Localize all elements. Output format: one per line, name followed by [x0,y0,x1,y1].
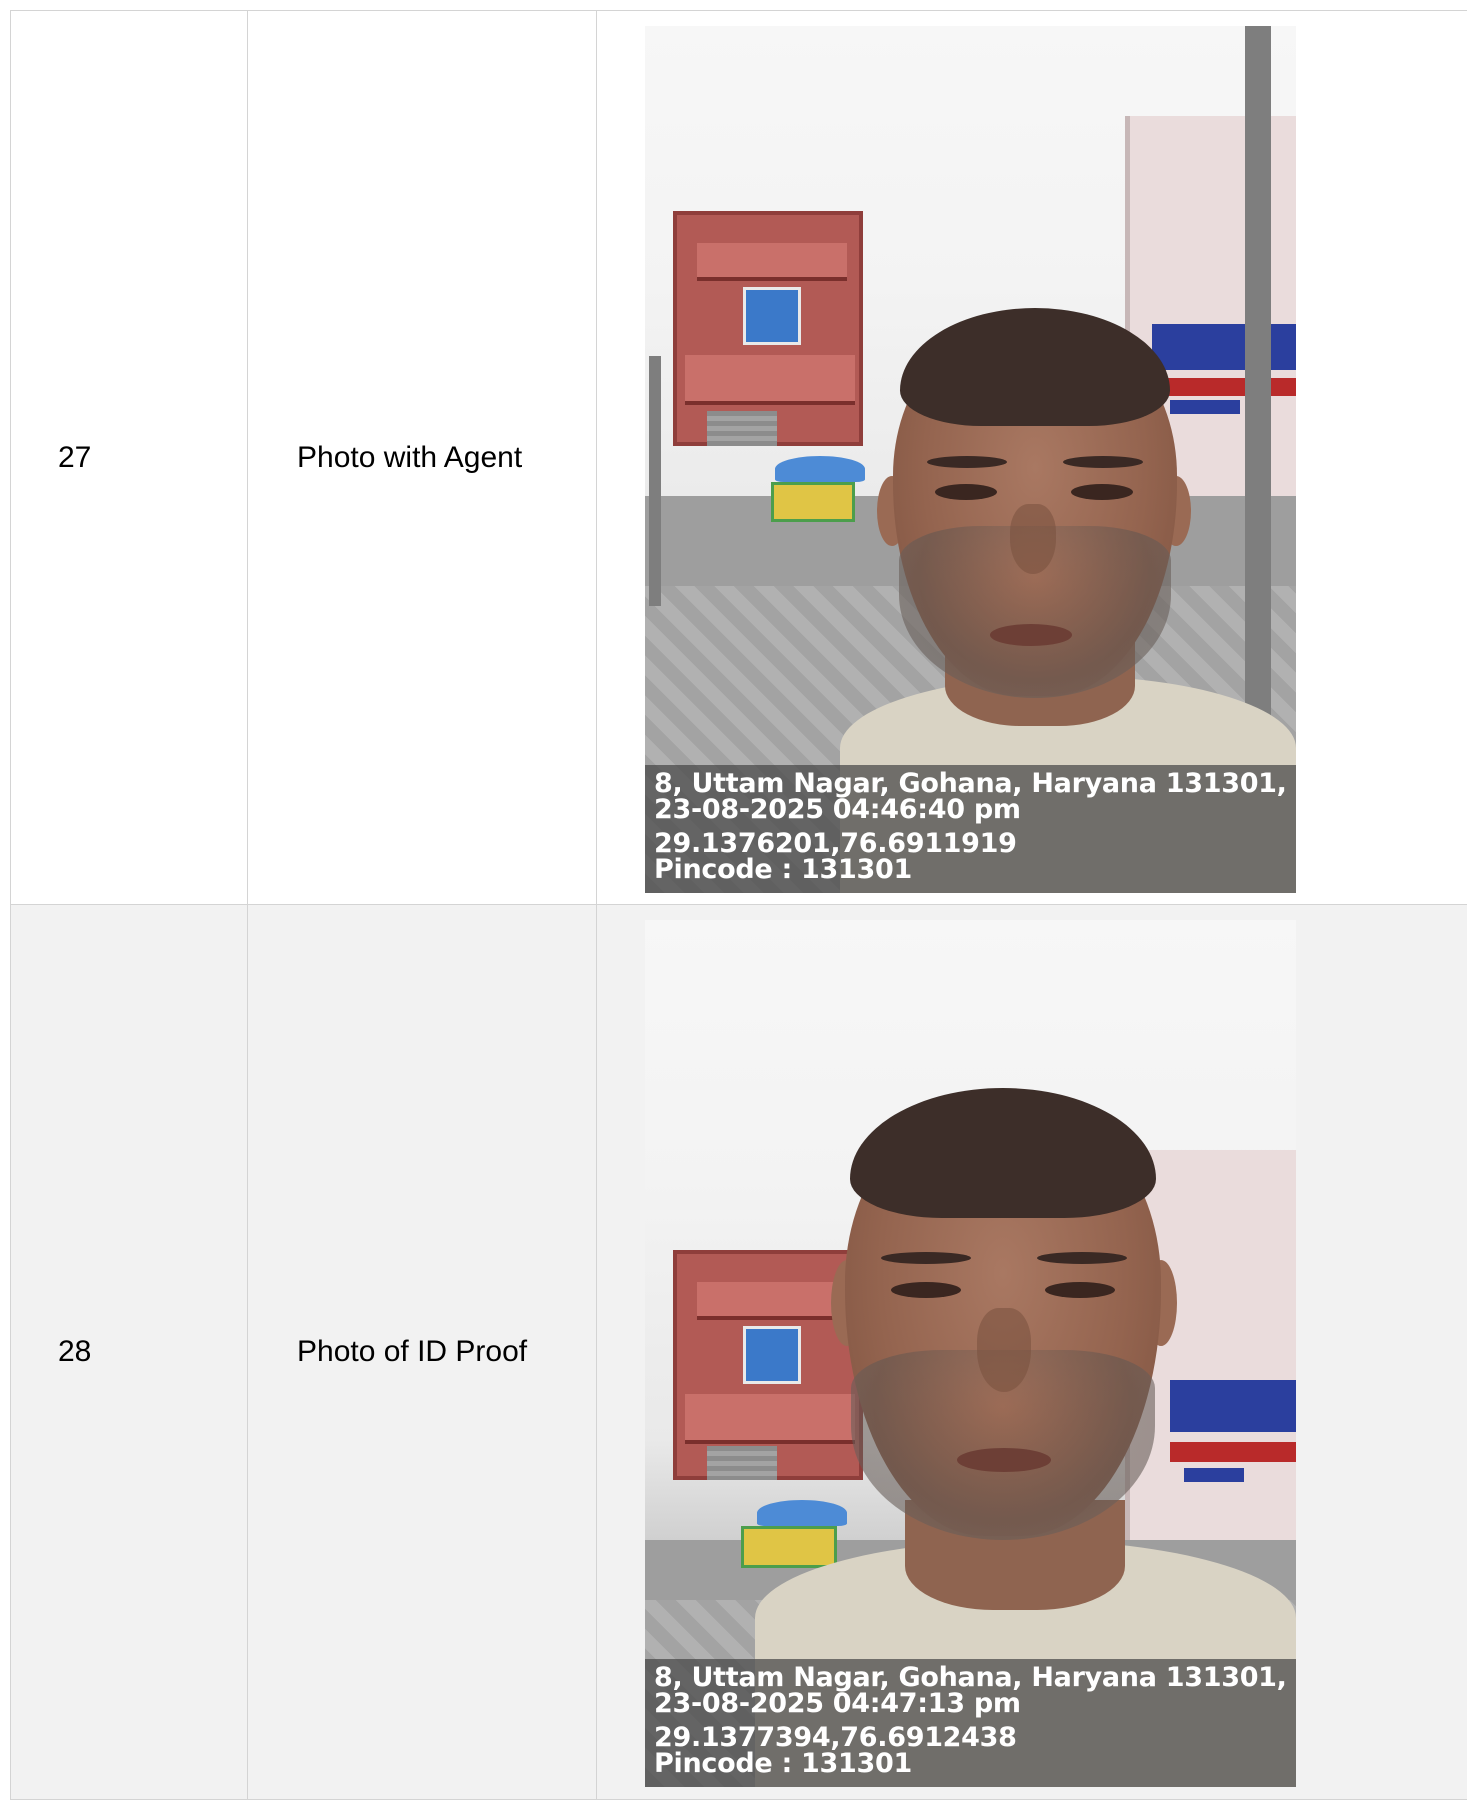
lips-shape [957,1448,1051,1472]
geotag-overlay: 8, Uttam Nagar, Gohana, Haryana 131301, … [645,765,1296,893]
umbrella-shape [775,456,865,482]
geotag-datetime: 23-08-2025 04:46:40 pm [654,794,1021,825]
eyebrow-shape [927,456,1007,468]
id-proof-photo[interactable]: 8, Uttam Nagar, Gohana, Haryana 131301, … [645,920,1296,1787]
photo-cell: 8, Uttam Nagar, Gohana, Haryana 131301, … [597,905,1467,1799]
cart-shape [741,1526,837,1568]
eye-shape [1045,1282,1115,1298]
agent-photo[interactable]: 8, Uttam Nagar, Gohana, Haryana 131301, … [645,26,1296,893]
eye-shape [891,1282,961,1298]
eyebrow-shape [881,1252,971,1264]
eyebrow-shape [1037,1252,1127,1264]
row-number: 28 [11,905,248,1799]
eye-shape [1071,484,1133,500]
hair-shape [850,1088,1156,1218]
row-label: Photo with Agent [248,11,597,904]
eye-shape [935,484,997,500]
nose-shape [977,1308,1031,1392]
row-number: 27 [11,11,248,904]
geotag-overlay: 8, Uttam Nagar, Gohana, Haryana 131301, … [645,1659,1296,1787]
cart-shape [771,482,855,522]
table-row: 28 Photo of ID Proof 8, Uttam Nagar, Goh… [11,905,1467,1800]
geotag-pincode: Pincode : 131301 [654,854,912,885]
lips-shape [990,624,1072,646]
geotag-datetime: 23-08-2025 04:47:13 pm [654,1688,1021,1719]
document-table: 27 Photo with Agent 8, Uttam Nagar, Goha… [10,10,1467,1800]
building-shape [673,211,863,446]
pole-shape [1245,26,1271,746]
pole-shape [649,356,661,606]
umbrella-shape [757,1500,847,1526]
geotag-pincode: Pincode : 131301 [654,1748,912,1779]
nose-shape [1010,504,1056,574]
row-label: Photo of ID Proof [248,905,597,1799]
table-row: 27 Photo with Agent 8, Uttam Nagar, Goha… [11,11,1467,905]
photo-cell: 8, Uttam Nagar, Gohana, Haryana 131301, … [597,11,1467,904]
eyebrow-shape [1063,456,1143,468]
